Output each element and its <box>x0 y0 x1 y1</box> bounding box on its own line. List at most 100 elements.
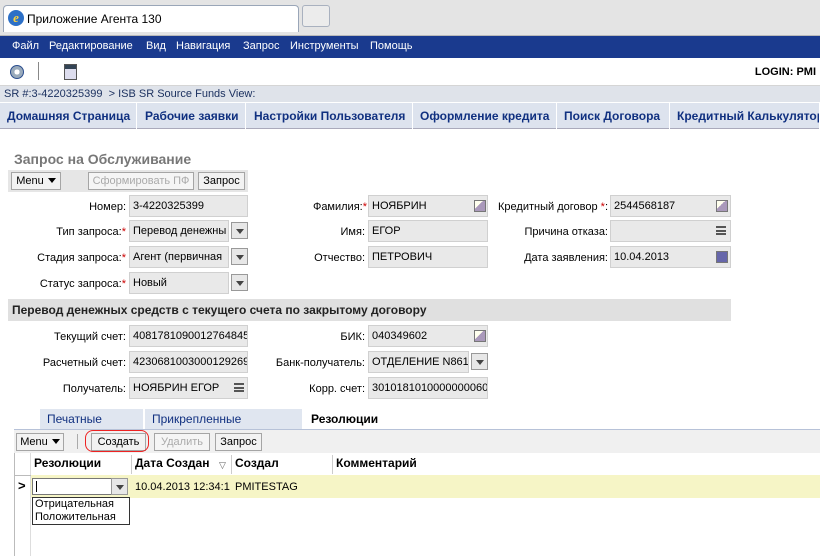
calendar-icon[interactable] <box>716 251 728 263</box>
toolbar <box>0 58 820 86</box>
menu-view[interactable]: Вид <box>146 40 166 52</box>
tab-credit[interactable]: Оформление кредита <box>413 103 557 129</box>
generate-pf-button[interactable]: Сформировать ПФ <box>88 172 194 190</box>
col-divider <box>332 455 333 474</box>
number-field[interactable]: 3-4220325399 <box>129 195 248 217</box>
col-created-by[interactable]: Создал <box>235 456 279 470</box>
refusal-field[interactable] <box>610 220 731 242</box>
recipient-field[interactable]: НОЯБРИН ЕГОР <box>129 377 248 399</box>
col-divider <box>231 455 232 474</box>
toolbar-separator <box>38 62 39 80</box>
required-star: * <box>362 201 367 213</box>
breadcrumb-view: > ISB SR Source Funds View: <box>108 88 256 100</box>
tab-user-settings[interactable]: Настройки Пользователя <box>247 103 413 129</box>
menu-button[interactable]: Menu <box>11 172 61 190</box>
type-label-text: Тип запроса: <box>56 226 122 238</box>
credit-field[interactable]: 2544568187 <box>610 195 731 217</box>
row-created-by: PMITESTAG <box>235 481 298 493</box>
list-icon[interactable] <box>234 383 244 392</box>
stage-label: Стадия запроса:* <box>20 252 126 264</box>
new-tab-button[interactable] <box>302 5 330 27</box>
list-icon[interactable] <box>716 226 726 235</box>
pick-icon[interactable] <box>474 200 486 212</box>
login-label: LOGIN: PMI <box>754 66 816 78</box>
tab-contract-search[interactable]: Поиск Договора <box>557 103 670 129</box>
row-created-date: 10.04.2013 12:34:1 <box>135 481 230 493</box>
subtab-print-forms[interactable]: Печатные Формы <box>40 409 144 446</box>
required-star: * <box>121 226 126 238</box>
menu-tools[interactable]: Инструменты <box>290 40 359 52</box>
menu-help[interactable]: Помощь <box>370 40 413 52</box>
type-field[interactable]: Перевод денежны <box>129 220 229 242</box>
resolution-dropdown-button[interactable] <box>111 478 128 495</box>
required-star: * <box>121 278 126 290</box>
pick-icon[interactable] <box>716 200 728 212</box>
stage-dropdown-button[interactable] <box>231 248 248 265</box>
ie-logo-icon: e <box>8 10 24 26</box>
firstname-field[interactable]: ЕГОР <box>368 220 488 242</box>
menu-edit[interactable]: Редактирование <box>49 40 133 52</box>
col-resolution[interactable]: Резолюции <box>34 456 101 470</box>
type-dropdown-button[interactable] <box>231 222 248 239</box>
option-positive[interactable]: Положительная <box>33 511 129 524</box>
resolutions-menu-button[interactable]: Menu <box>16 433 64 451</box>
status-dropdown-button[interactable] <box>231 274 248 291</box>
delete-button[interactable]: Удалить <box>154 433 210 451</box>
pick-icon[interactable] <box>474 330 486 342</box>
col-divider <box>131 455 132 474</box>
tab-calculator[interactable]: Кредитный Калькулятор <box>670 103 820 129</box>
row-pointer-icon: > <box>18 478 26 493</box>
middlename-field[interactable]: ПЕТРОВИЧ <box>368 246 488 268</box>
menu-query[interactable]: Запрос <box>243 40 279 52</box>
status-field[interactable]: Новый <box>129 272 229 294</box>
credit-label-text: Кредитный договор <box>498 201 598 213</box>
refusal-label: Причина отказа: <box>524 226 608 238</box>
book-icon[interactable] <box>64 64 77 80</box>
stage-label-text: Стадия запроса: <box>37 252 122 264</box>
breadcrumb: SR #:3-4220325399 > ISB SR Source Funds … <box>0 86 820 102</box>
query-button[interactable]: Запрос <box>198 172 245 190</box>
required-star: * <box>121 252 126 264</box>
tab-home[interactable]: Домашняя Страница <box>0 103 137 129</box>
corr-field[interactable]: 30101810100000000602 <box>368 377 488 399</box>
settle-account-field[interactable]: 42306810030001292693 <box>129 351 248 373</box>
grid-row-header-divider <box>30 453 31 556</box>
lastname-label-text: Фамилия: <box>312 201 363 213</box>
lastname-field[interactable]: НОЯБРИН <box>368 195 488 217</box>
resolutions-menu-label: Menu <box>20 436 48 448</box>
subtab-resolutions[interactable]: Резолюции <box>304 409 424 429</box>
stage-field[interactable]: Агент (первичная <box>129 246 229 268</box>
bank-field[interactable]: ОТДЕЛЕНИЕ N8619 <box>368 351 469 373</box>
subtab-attached-docs[interactable]: Прикрепленные документы <box>145 409 303 446</box>
credit-label: Кредитный договор *: <box>498 201 608 213</box>
breadcrumb-sr[interactable]: SR #:3-4220325399 <box>4 88 102 100</box>
date-field[interactable]: 10.04.2013 <box>610 246 731 268</box>
firstname-label: Имя: <box>340 226 365 238</box>
resolution-dropdown-list: Отрицательная Положительная <box>32 497 130 525</box>
sort-desc-icon[interactable]: ▽ <box>219 460 226 471</box>
col-created-date[interactable]: Дата Создан <box>135 456 209 470</box>
status-label: Статус запроса:* <box>20 278 126 290</box>
toolbar-separator <box>77 434 78 449</box>
current-account-field[interactable]: 40817810900127648455 <box>129 325 248 347</box>
current-account-label: Текущий счет: <box>53 331 126 343</box>
resolutions-query-button[interactable]: Запрос <box>215 433 262 451</box>
type-label: Тип запроса:* <box>20 226 126 238</box>
option-negative[interactable]: Отрицательная <box>33 498 129 511</box>
recipient-label: Получатель: <box>62 383 126 395</box>
page-title: Запрос на Обслуживание <box>14 151 192 167</box>
bik-field[interactable]: 040349602 <box>368 325 488 347</box>
tab-work-requests[interactable]: Рабочие заявки <box>138 103 246 129</box>
menu-navigation[interactable]: Навигация <box>176 40 230 52</box>
highlight-ring <box>85 430 149 452</box>
status-label-text: Статус запроса: <box>39 278 122 290</box>
number-label: Номер: <box>89 201 126 213</box>
col-comment[interactable]: Комментарий <box>336 456 417 470</box>
menu-bar: Файл Редактирование Вид Навигация Запрос… <box>0 36 820 58</box>
settle-account-label: Расчетный счет: <box>42 357 126 369</box>
browser-tab-active[interactable]: e Приложение Агента 130 <box>3 5 299 32</box>
bik-label: БИК: <box>340 331 365 343</box>
menu-file[interactable]: Файл <box>12 40 39 52</box>
bank-dropdown-button[interactable] <box>471 353 488 370</box>
globe-icon[interactable] <box>10 65 24 79</box>
